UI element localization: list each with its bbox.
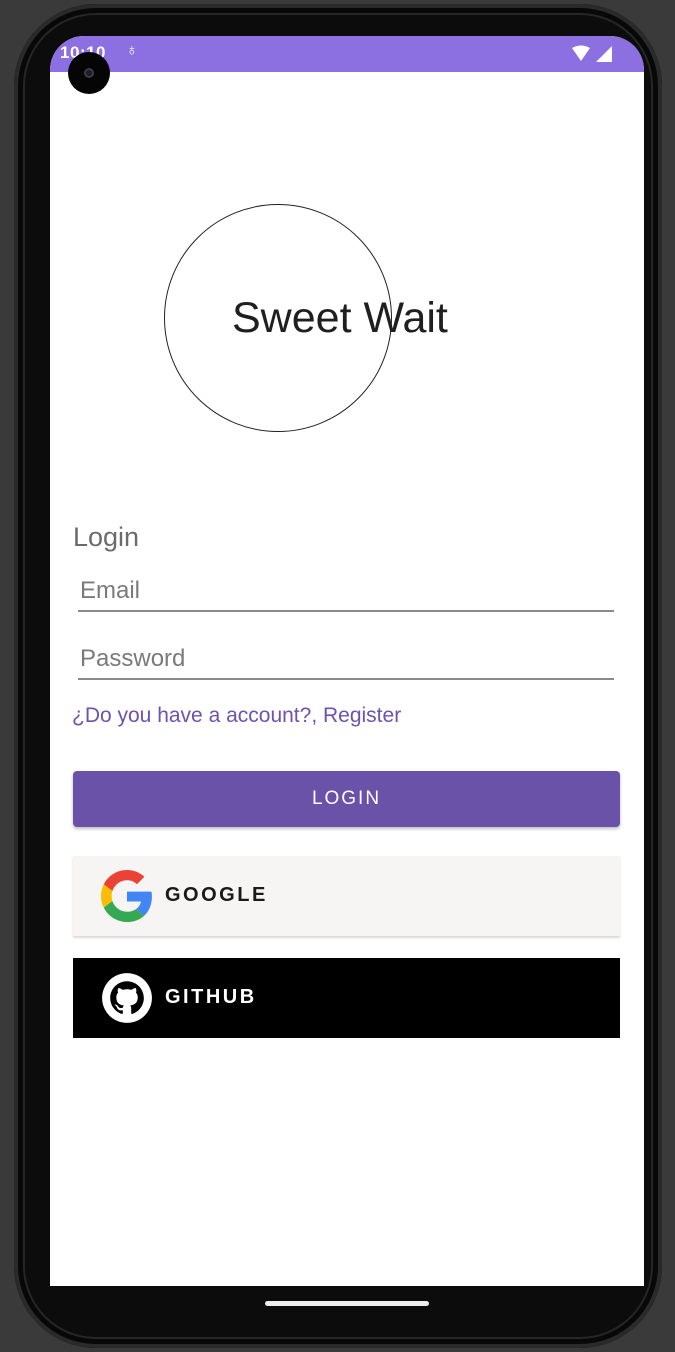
app-screen: 10:10 ♁ Sweet Wait Login ¿Do you have a …: [50, 36, 644, 1286]
login-title: Login: [73, 522, 140, 552]
google-signin-button[interactable]: GOOGLE: [73, 856, 620, 936]
status-bar: 10:10 ♁: [50, 36, 644, 72]
logo-text: Sweet Wait: [232, 294, 448, 342]
email-field[interactable]: [78, 572, 614, 612]
github-signin-button[interactable]: GITHUB: [73, 958, 620, 1038]
camera-lens: [84, 68, 94, 78]
signal-icon: [596, 46, 612, 62]
google-button-label: GOOGLE: [165, 884, 268, 906]
home-indicator[interactable]: [265, 1301, 429, 1306]
register-link[interactable]: ¿Do you have a account?, Register: [72, 704, 401, 728]
wifi-icon: [572, 45, 590, 61]
password-field[interactable]: [78, 640, 614, 680]
google-icon: [101, 870, 152, 922]
github-icon: [102, 973, 152, 1023]
status-icons: [572, 45, 612, 62]
front-camera: [68, 52, 110, 94]
usb-icon: ♁: [126, 42, 138, 59]
github-button-label: GITHUB: [165, 986, 257, 1008]
login-button[interactable]: LOGIN: [73, 771, 620, 827]
